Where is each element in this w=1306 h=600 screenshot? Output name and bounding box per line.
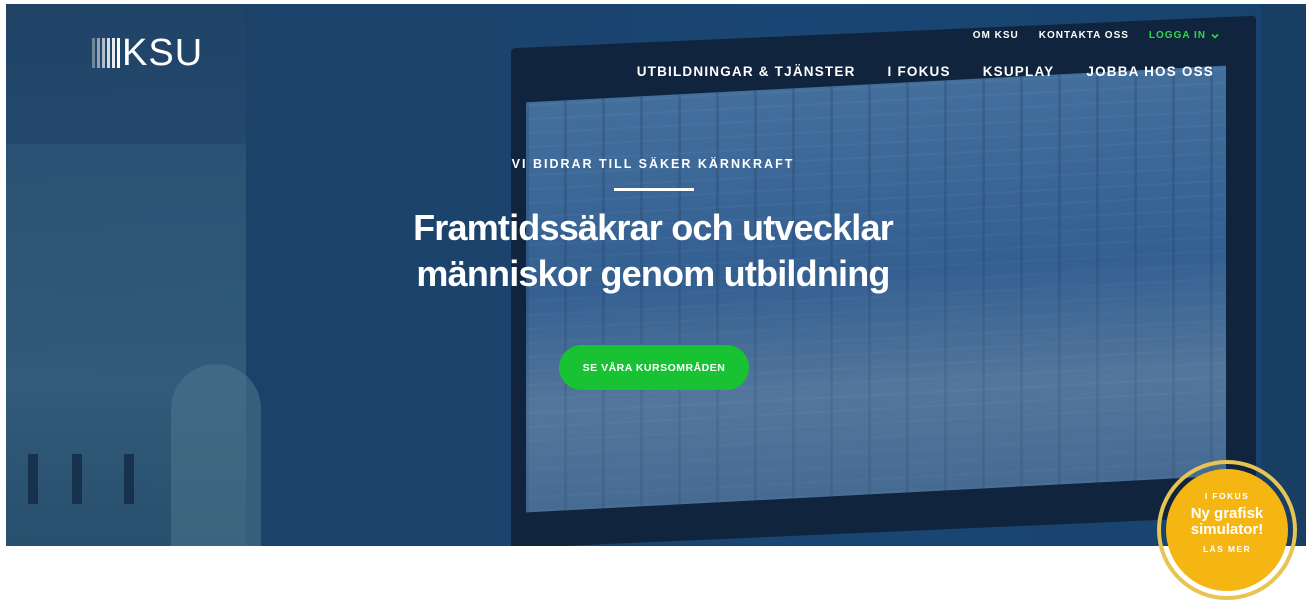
headline-line: människor genom utbildning	[416, 253, 890, 294]
about-link[interactable]: OM KSU	[973, 30, 1019, 41]
nav-item-in-focus[interactable]: I FOKUS	[888, 64, 951, 79]
nav-item-careers[interactable]: JOBBA HOS OSS	[1086, 64, 1214, 79]
badge-title: Ny grafisk simulator!	[1177, 506, 1277, 538]
badge-title-line: simulator!	[1190, 521, 1264, 538]
site-logo[interactable]: KSU	[92, 32, 204, 74]
contact-link[interactable]: KONTAKTA OSS	[1039, 30, 1129, 41]
login-label: LOGGA IN	[1148, 30, 1206, 41]
nav-item-education-services[interactable]: UTBILDNINGAR & TJÄNSTER	[637, 64, 856, 79]
logo-text: KSU	[122, 32, 204, 74]
tagline-divider	[614, 188, 694, 191]
hero-tagline: VI BIDRAR TILL SÄKER KÄRNKRAFT	[511, 157, 795, 171]
utility-nav: OM KSU KONTAKTA OSS LOGGA IN	[973, 30, 1220, 41]
bars-logo-icon	[92, 38, 120, 68]
nav-item-ksuplay[interactable]: KSUPLAY	[983, 64, 1055, 79]
badge-read-more: LÄS MER	[1202, 544, 1252, 554]
badge-title-line: Ny grafisk	[1190, 505, 1264, 522]
badge-eyebrow: I FOKUS	[1204, 491, 1250, 501]
focus-badge[interactable]: I FOKUS Ny grafisk simulator! LÄS MER	[1166, 469, 1288, 591]
headline-line: Framtidssäkrar och utvecklar	[413, 207, 894, 248]
login-dropdown[interactable]: LOGGA IN	[1149, 30, 1220, 41]
chevron-down-icon	[1211, 33, 1219, 39]
main-nav: UTBILDNINGAR & TJÄNSTER I FOKUS KSUPLAY …	[637, 64, 1214, 79]
course-areas-button[interactable]: SE VÅRA KURSOMRÅDEN	[559, 345, 749, 390]
hero-headline: Framtidssäkrar och utvecklar människor g…	[0, 205, 1306, 297]
